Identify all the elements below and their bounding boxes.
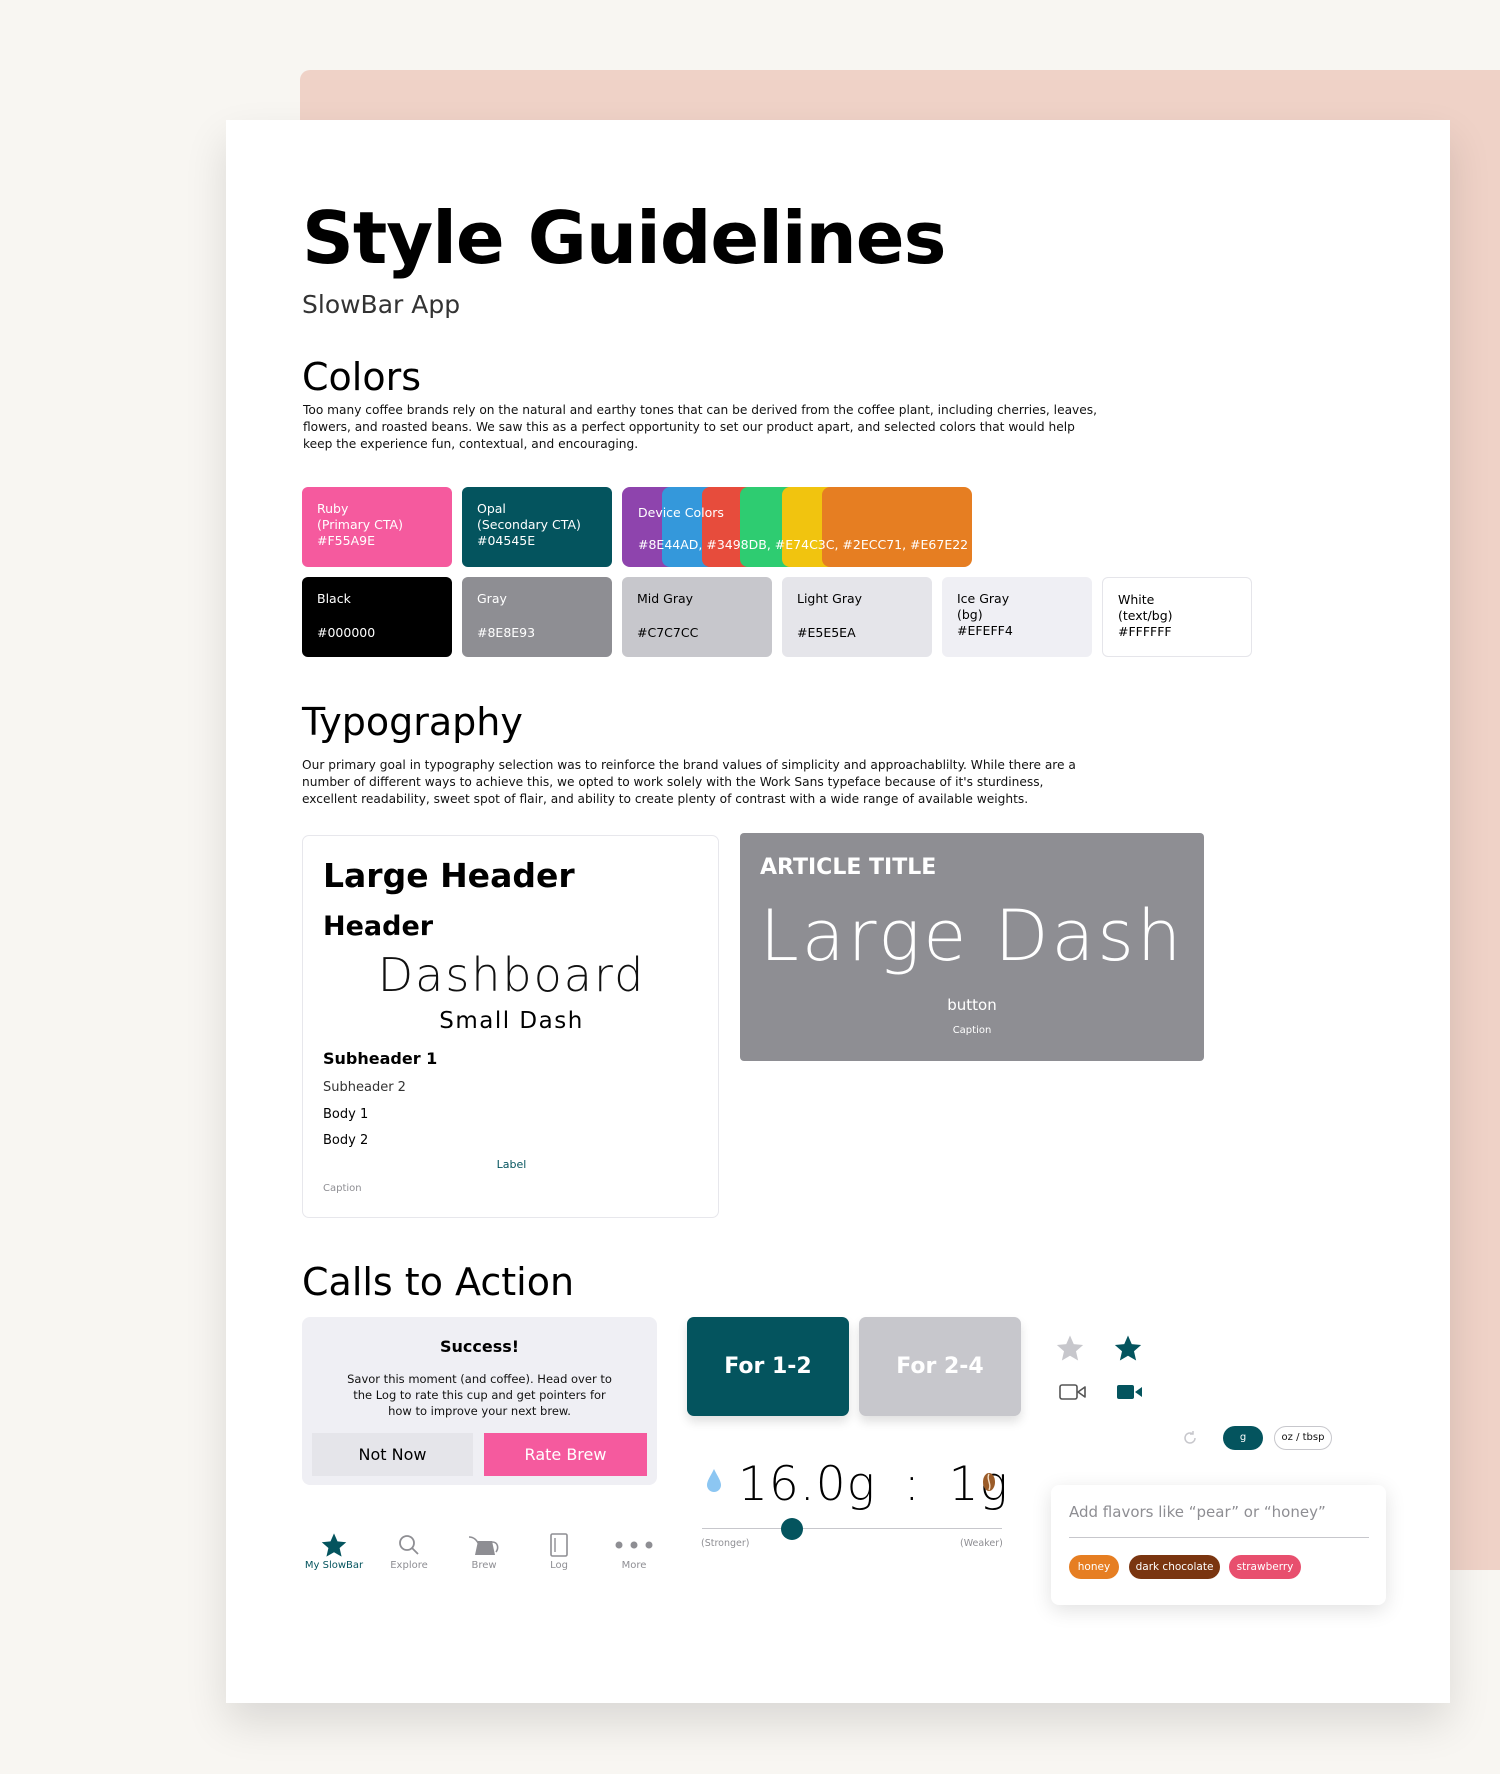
rate-brew-button[interactable]: Rate Brew <box>484 1433 647 1476</box>
type-large-header: Large Header <box>323 856 575 895</box>
dialog-message: Savor this moment (and coffee). Head ove… <box>347 1372 612 1418</box>
type-header: Header <box>323 911 434 942</box>
slider-min-label: (Stronger) <box>701 1538 750 1549</box>
type-body-2: Body 2 <box>323 1133 369 1148</box>
nav-item-brew[interactable]: Brew <box>449 1530 519 1571</box>
coffee-bean-icon <box>980 1470 998 1498</box>
type-article-title: ARTICLE TITLE <box>760 855 937 880</box>
serving-2-4-button[interactable]: For 2-4 <box>859 1317 1021 1416</box>
serving-1-2-button[interactable]: For 1-2 <box>687 1317 849 1416</box>
flavor-tag-dark-chocolate[interactable]: dark chocolate <box>1129 1555 1220 1579</box>
nav-item-log[interactable]: Log <box>524 1530 594 1571</box>
swatch-white: White (text/bg) #FFFFFF <box>1102 577 1252 657</box>
success-dialog: Success! Savor this moment (and coffee).… <box>302 1317 657 1485</box>
not-now-button[interactable]: Not Now <box>312 1433 473 1476</box>
type-article-caption: Caption <box>952 1025 992 1036</box>
device-strip-orange <box>822 487 972 567</box>
dialog-title: Success! <box>439 1337 520 1356</box>
slider-max-label: (Weaker) <box>960 1538 1003 1549</box>
unit-oz-toggle[interactable]: oz / tbsp <box>1274 1426 1332 1450</box>
swatch-opal: Opal (Secondary CTA) #04545E <box>462 487 612 567</box>
swatch-gray: Gray #8E8E93 <box>462 577 612 657</box>
flavor-input-card: Add flavors like “pear” or “honey” <box>1051 1485 1386 1605</box>
type-caption: Caption <box>323 1183 362 1194</box>
star-icon <box>299 1530 369 1560</box>
nav-item-more[interactable]: More <box>599 1530 669 1571</box>
slider-track <box>702 1528 1002 1529</box>
typography-heading: Typography <box>302 700 523 744</box>
swatch-mid-gray: Mid Gray #C7C7CC <box>622 577 772 657</box>
flavor-input[interactable]: Add flavors like “pear” or “honey” <box>1069 1503 1369 1538</box>
page-subtitle: SlowBar App <box>302 290 461 319</box>
video-filled-icon[interactable] <box>1116 1382 1144 1406</box>
water-drop-icon <box>703 1466 725 1500</box>
swatch-light-gray: Light Gray #E5E5EA <box>782 577 932 657</box>
page-title: Style Guidelines <box>302 196 946 280</box>
flavor-tag-honey[interactable]: honey <box>1069 1555 1119 1579</box>
refresh-icon[interactable] <box>1180 1428 1200 1452</box>
nav-item-my-slowbar[interactable]: My SlowBar <box>299 1530 369 1571</box>
ratio-coffee: 1g <box>948 1457 1009 1512</box>
article-type-card: ARTICLE TITLE Large Dash button Caption <box>740 833 1204 1061</box>
video-outline-icon[interactable] <box>1059 1382 1087 1406</box>
swatch-ruby: Ruby (Primary CTA) #F55A9E <box>302 487 452 567</box>
ratio-water: 16.0g <box>738 1457 876 1512</box>
type-subheader-2: Subheader 2 <box>323 1080 406 1095</box>
swatch-ice-gray: Ice Gray (bg) #EFEFF4 <box>942 577 1092 657</box>
type-small-dash: Small Dash <box>439 1008 584 1034</box>
type-scale-card: Large Header Header Dashboard Small Dash… <box>302 835 719 1218</box>
typography-description: Our primary goal in typography selection… <box>302 758 1076 806</box>
notebook-icon <box>524 1530 594 1560</box>
flavor-tag-strawberry[interactable]: strawberry <box>1229 1555 1301 1579</box>
search-icon <box>374 1530 444 1560</box>
colors-heading: Colors <box>302 355 422 399</box>
type-label: Label <box>496 1158 527 1171</box>
type-subheader-1: Subheader 1 <box>323 1049 438 1068</box>
slider-thumb[interactable] <box>781 1518 803 1540</box>
type-dashboard: Dashboard <box>377 948 646 1002</box>
type-large-dash: Large Dash <box>759 895 1185 977</box>
colors-description: Too many coffee brands rely on the natur… <box>303 403 1097 451</box>
ratio-readout: 16.0g : 1g <box>738 1457 1009 1512</box>
unit-grams-toggle[interactable]: g <box>1223 1426 1263 1450</box>
star-outline-icon[interactable] <box>1055 1333 1085 1367</box>
ratio-slider[interactable] <box>702 1518 1002 1540</box>
swatch-device-colors: Device Colors #8E44AD, #3498DB, #E74C3C,… <box>622 487 972 567</box>
ratio-separator: : <box>903 1457 921 1512</box>
type-body-1: Body 1 <box>323 1107 369 1122</box>
swatch-black: Black #000000 <box>302 577 452 657</box>
type-button: button <box>947 996 997 1014</box>
kettle-icon <box>449 1530 519 1560</box>
nav-item-explore[interactable]: Explore <box>374 1530 444 1571</box>
cta-heading: Calls to Action <box>302 1260 575 1304</box>
star-filled-icon[interactable] <box>1113 1333 1143 1367</box>
more-dots-icon <box>599 1530 669 1560</box>
